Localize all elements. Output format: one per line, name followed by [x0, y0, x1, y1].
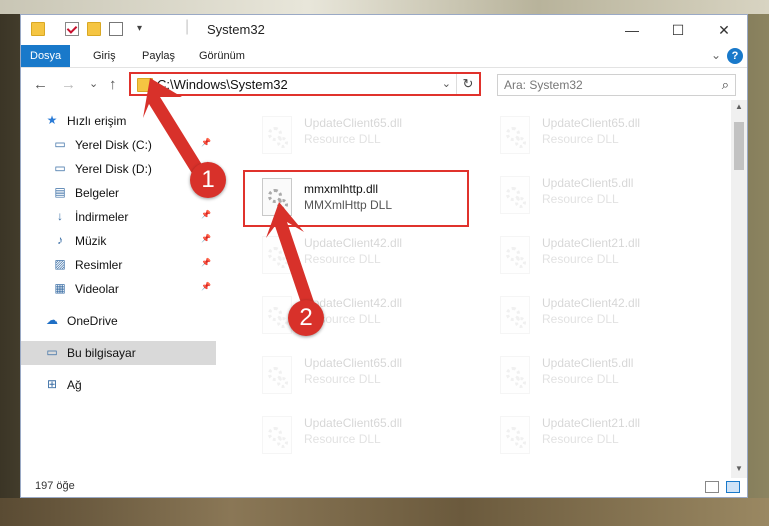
arrow-2	[266, 202, 314, 306]
annotation-arrows	[143, 78, 314, 306]
callout-2: 2	[288, 300, 324, 336]
callout-1: 1	[190, 162, 226, 198]
